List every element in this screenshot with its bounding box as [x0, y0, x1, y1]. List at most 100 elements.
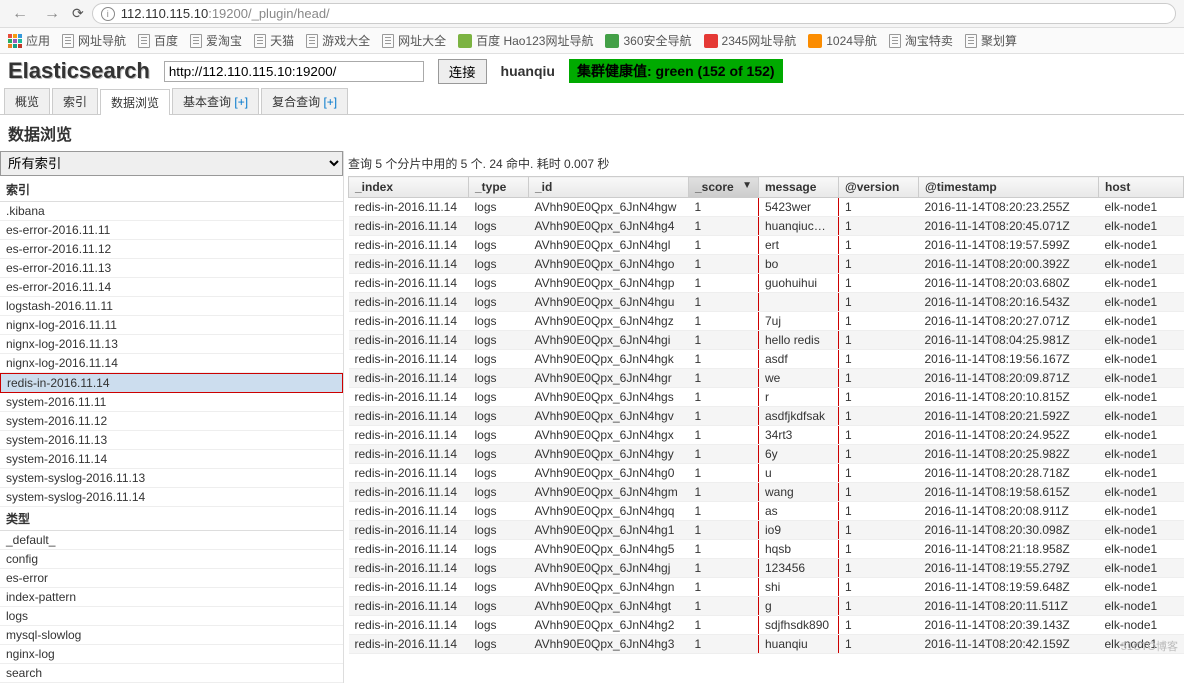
sidebar-index-nignx-log-2016.11.14[interactable]: nignx-log-2016.11.14 [0, 354, 343, 373]
sidebar-type-search[interactable]: search [0, 664, 343, 683]
table-row[interactable]: redis-in-2016.11.14logsAVhh90E0Qpx_6JnN4… [349, 597, 1184, 616]
table-row[interactable]: redis-in-2016.11.14logsAVhh90E0Qpx_6JnN4… [349, 616, 1184, 635]
bookmark-item[interactable]: 爱淘宝 [190, 32, 242, 49]
col-type[interactable]: _type [469, 177, 529, 198]
cell-message: 123456 [759, 559, 839, 578]
cell-id: AVhh90E0Qpx_6JnN4hg3 [529, 635, 689, 654]
table-row[interactable]: redis-in-2016.11.14logsAVhh90E0Qpx_6JnN4… [349, 293, 1184, 312]
col-host[interactable]: host [1099, 177, 1184, 198]
info-icon[interactable]: i [101, 7, 115, 21]
table-row[interactable]: redis-in-2016.11.14logsAVhh90E0Qpx_6JnN4… [349, 217, 1184, 236]
tab-overview[interactable]: 概览 [4, 88, 50, 114]
sidebar-index-system-2016.11.14[interactable]: system-2016.11.14 [0, 450, 343, 469]
sidebar-index-system-2016.11.12[interactable]: system-2016.11.12 [0, 412, 343, 431]
table-row[interactable]: redis-in-2016.11.14logsAVhh90E0Qpx_6JnN4… [349, 559, 1184, 578]
table-row[interactable]: redis-in-2016.11.14logsAVhh90E0Qpx_6JnN4… [349, 502, 1184, 521]
col-version[interactable]: @version [839, 177, 919, 198]
bookmark-item[interactable]: 应用 [8, 32, 50, 49]
tab-browser[interactable]: 数据浏览 [100, 89, 170, 115]
sidebar-index-nignx-log-2016.11.13[interactable]: nignx-log-2016.11.13 [0, 335, 343, 354]
bookmark-item[interactable]: 1024导航 [808, 32, 877, 49]
bookmark-item[interactable]: 360安全导航 [605, 32, 691, 49]
tab-structured[interactable]: 基本查询 [+] [172, 88, 259, 114]
tab-indices[interactable]: 索引 [52, 88, 98, 114]
tab-any[interactable]: 复合查询 [+] [261, 88, 348, 114]
sidebar-index-es-error-2016.11.14[interactable]: es-error-2016.11.14 [0, 278, 343, 297]
cell-type: logs [469, 312, 529, 331]
cell-score: 1 [689, 236, 759, 255]
cluster-url-input[interactable] [164, 61, 424, 82]
sidebar-type-logs[interactable]: logs [0, 607, 343, 626]
table-row[interactable]: redis-in-2016.11.14logsAVhh90E0Qpx_6JnN4… [349, 464, 1184, 483]
sidebar-index-system-syslog-2016.11.14[interactable]: system-syslog-2016.11.14 [0, 488, 343, 507]
bookmark-item[interactable]: 网址大全 [382, 32, 446, 49]
table-row[interactable]: redis-in-2016.11.14logsAVhh90E0Qpx_6JnN4… [349, 635, 1184, 654]
sidebar-type-config[interactable]: config [0, 550, 343, 569]
bookmark-item[interactable]: 淘宝特卖 [889, 32, 953, 49]
cell-host: elk-node1 [1099, 597, 1184, 616]
back-button[interactable]: ← [8, 5, 32, 23]
cell-version: 1 [839, 635, 919, 654]
col-message[interactable]: message [759, 177, 839, 198]
sidebar-index-nignx-log-2016.11.11[interactable]: nignx-log-2016.11.11 [0, 316, 343, 335]
url-bar[interactable]: i 112.110.115.10:19200/_plugin/head/ [92, 3, 1176, 24]
table-row[interactable]: redis-in-2016.11.14logsAVhh90E0Qpx_6JnN4… [349, 426, 1184, 445]
sidebar-index-redis-in-2016.11.14[interactable]: redis-in-2016.11.14 [0, 373, 343, 393]
cell-message: wang [759, 483, 839, 502]
bookmark-item[interactable]: 百度 [138, 32, 178, 49]
reload-button[interactable]: ⟳ [72, 5, 84, 22]
col-id[interactable]: _id [529, 177, 689, 198]
sidebar-index-system-2016.11.11[interactable]: system-2016.11.11 [0, 393, 343, 412]
table-row[interactable]: redis-in-2016.11.14logsAVhh90E0Qpx_6JnN4… [349, 236, 1184, 255]
sidebar-type-index-pattern[interactable]: index-pattern [0, 588, 343, 607]
bookmark-item[interactable]: 游戏大全 [306, 32, 370, 49]
bookmark-item[interactable]: 聚划算 [965, 32, 1017, 49]
table-row[interactable]: redis-in-2016.11.14logsAVhh90E0Qpx_6JnN4… [349, 578, 1184, 597]
table-row[interactable]: redis-in-2016.11.14logsAVhh90E0Qpx_6JnN4… [349, 407, 1184, 426]
table-row[interactable]: redis-in-2016.11.14logsAVhh90E0Qpx_6JnN4… [349, 540, 1184, 559]
table-row[interactable]: redis-in-2016.11.14logsAVhh90E0Qpx_6JnN4… [349, 255, 1184, 274]
table-row[interactable]: redis-in-2016.11.14logsAVhh90E0Qpx_6JnN4… [349, 369, 1184, 388]
sidebar-index-es-error-2016.11.13[interactable]: es-error-2016.11.13 [0, 259, 343, 278]
sidebar-index-logstash-2016.11.11[interactable]: logstash-2016.11.11 [0, 297, 343, 316]
table-row[interactable]: redis-in-2016.11.14logsAVhh90E0Qpx_6JnN4… [349, 198, 1184, 217]
cell-score: 1 [689, 635, 759, 654]
table-row[interactable]: redis-in-2016.11.14logsAVhh90E0Qpx_6JnN4… [349, 331, 1184, 350]
bookmark-item[interactable]: 2345网址导航 [704, 32, 797, 49]
sidebar-type-nginx-log[interactable]: nginx-log [0, 645, 343, 664]
cell-host: elk-node1 [1099, 578, 1184, 597]
table-row[interactable]: redis-in-2016.11.14logsAVhh90E0Qpx_6JnN4… [349, 521, 1184, 540]
sidebar-index-system-syslog-2016.11.13[interactable]: system-syslog-2016.11.13 [0, 469, 343, 488]
sidebar-type-_default_[interactable]: _default_ [0, 531, 343, 550]
bookmark-item[interactable]: 网址导航 [62, 32, 126, 49]
cell-type: logs [469, 331, 529, 350]
cell-score: 1 [689, 312, 759, 331]
table-row[interactable]: redis-in-2016.11.14logsAVhh90E0Qpx_6JnN4… [349, 312, 1184, 331]
table-row[interactable]: redis-in-2016.11.14logsAVhh90E0Qpx_6JnN4… [349, 483, 1184, 502]
forward-button[interactable]: → [40, 5, 64, 23]
col-score[interactable]: _score▼ [689, 177, 759, 198]
bookmark-label: 360安全导航 [623, 32, 691, 49]
cell-type: logs [469, 521, 529, 540]
cell-score: 1 [689, 502, 759, 521]
table-row[interactable]: redis-in-2016.11.14logsAVhh90E0Qpx_6JnN4… [349, 350, 1184, 369]
table-row[interactable]: redis-in-2016.11.14logsAVhh90E0Qpx_6JnN4… [349, 445, 1184, 464]
cell-type: logs [469, 350, 529, 369]
cell-version: 1 [839, 331, 919, 350]
doc-icon [138, 34, 150, 48]
table-row[interactable]: redis-in-2016.11.14logsAVhh90E0Qpx_6JnN4… [349, 388, 1184, 407]
table-row[interactable]: redis-in-2016.11.14logsAVhh90E0Qpx_6JnN4… [349, 274, 1184, 293]
sidebar-index-.kibana[interactable]: .kibana [0, 202, 343, 221]
doc-icon [889, 34, 901, 48]
bookmark-item[interactable]: 天猫 [254, 32, 294, 49]
sidebar-type-es-error[interactable]: es-error [0, 569, 343, 588]
index-dropdown[interactable]: 所有索引 [0, 151, 343, 176]
connect-button[interactable]: 连接 [438, 59, 487, 84]
bookmark-item[interactable]: 百度 Hao123网址导航 [458, 32, 593, 49]
col-timestamp[interactable]: @timestamp [919, 177, 1099, 198]
sidebar-index-es-error-2016.11.12[interactable]: es-error-2016.11.12 [0, 240, 343, 259]
col-index[interactable]: _index [349, 177, 469, 198]
sidebar-index-es-error-2016.11.11[interactable]: es-error-2016.11.11 [0, 221, 343, 240]
sidebar-type-mysql-slowlog[interactable]: mysql-slowlog [0, 626, 343, 645]
sidebar-index-system-2016.11.13[interactable]: system-2016.11.13 [0, 431, 343, 450]
